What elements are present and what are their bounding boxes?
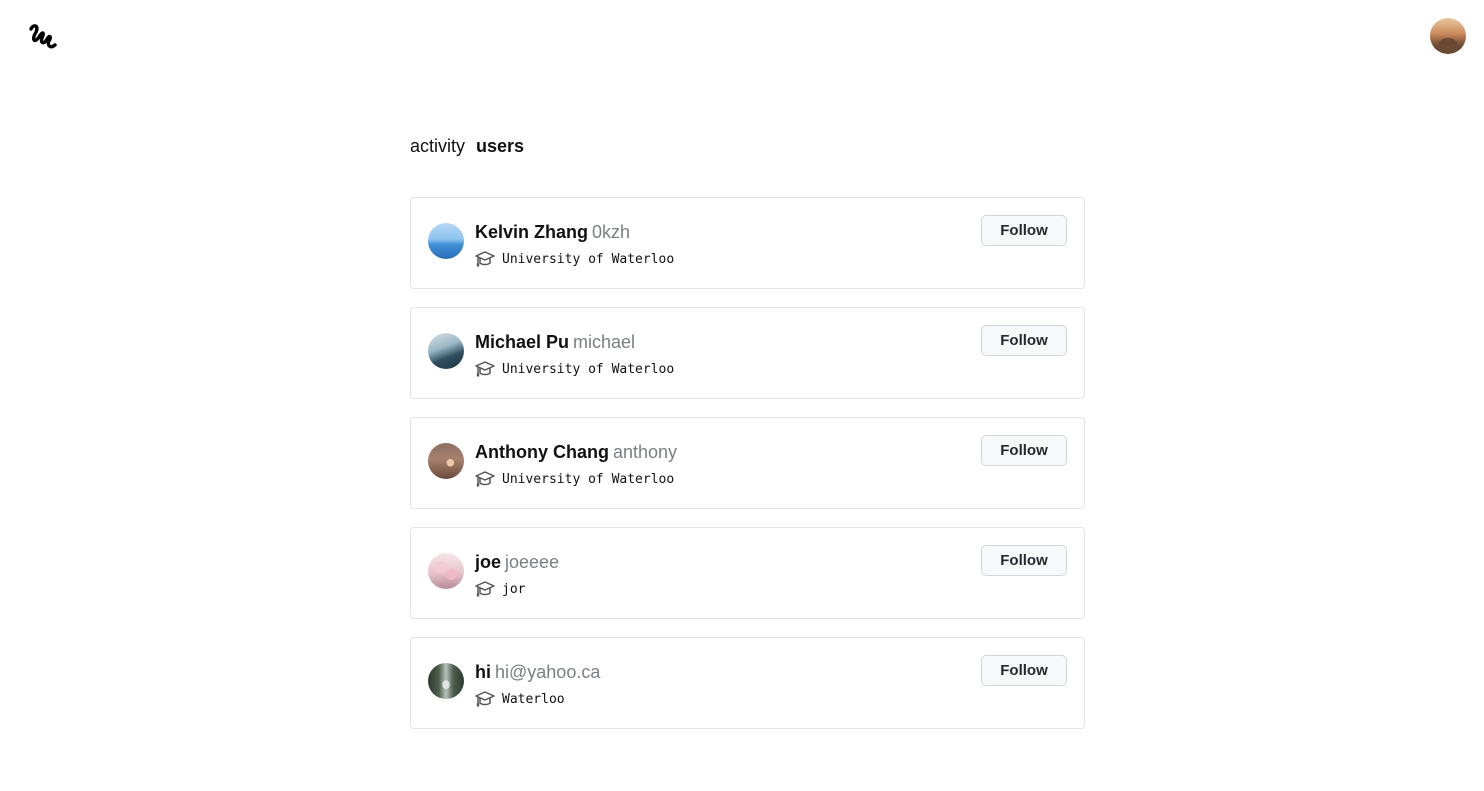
user-name[interactable]: Anthony Chang [475, 442, 609, 462]
user-school: Waterloo [502, 691, 565, 707]
user-name[interactable]: Michael Pu [475, 332, 569, 352]
user-school: University of Waterloo [502, 361, 675, 377]
user-name[interactable]: joe [475, 552, 501, 572]
user-handle: anthony [612, 442, 678, 462]
user-list: Kelvin Zhang 0kzh University of Waterloo … [410, 197, 1085, 747]
feed-tabs: activity users [410, 134, 524, 158]
user-card: joe joeeee jor Follow [410, 527, 1085, 619]
avatar[interactable] [428, 553, 464, 589]
follow-button[interactable]: Follow [981, 215, 1067, 246]
graduation-cap-icon [475, 471, 495, 487]
avatar[interactable] [428, 333, 464, 369]
tab-users[interactable]: users [476, 134, 524, 158]
user-card: Kelvin Zhang 0kzh University of Waterloo … [410, 197, 1085, 289]
graduation-cap-icon [475, 251, 495, 267]
avatar[interactable] [428, 663, 464, 699]
follow-button[interactable]: Follow [981, 435, 1067, 466]
user-card: Anthony Chang anthony University of Water… [410, 417, 1085, 509]
user-handle: 0kzh [592, 222, 631, 242]
avatar[interactable] [428, 443, 464, 479]
follow-button[interactable]: Follow [981, 545, 1067, 576]
user-handle: hi@yahoo.ca [495, 662, 601, 682]
user-school: University of Waterloo [502, 471, 675, 487]
user-card: hi hi@yahoo.ca Waterloo Follow [410, 637, 1085, 729]
top-bar [0, 0, 1484, 72]
user-name[interactable]: Kelvin Zhang [475, 222, 588, 242]
follow-button[interactable]: Follow [981, 655, 1067, 686]
graduation-cap-icon [475, 691, 495, 707]
squiggle-logo-icon[interactable] [26, 20, 58, 52]
avatar[interactable] [428, 223, 464, 259]
graduation-cap-icon [475, 361, 495, 377]
user-avatar[interactable] [1430, 18, 1466, 54]
user-school: University of Waterloo [502, 251, 675, 267]
user-handle: joeeee [505, 552, 560, 572]
tab-activity[interactable]: activity [410, 134, 465, 158]
user-name[interactable]: hi [475, 662, 491, 682]
user-card: Michael Pu michael University of Waterloo… [410, 307, 1085, 399]
user-handle: michael [573, 332, 636, 352]
follow-button[interactable]: Follow [981, 325, 1067, 356]
graduation-cap-icon [475, 581, 495, 597]
user-school: jor [502, 581, 526, 597]
